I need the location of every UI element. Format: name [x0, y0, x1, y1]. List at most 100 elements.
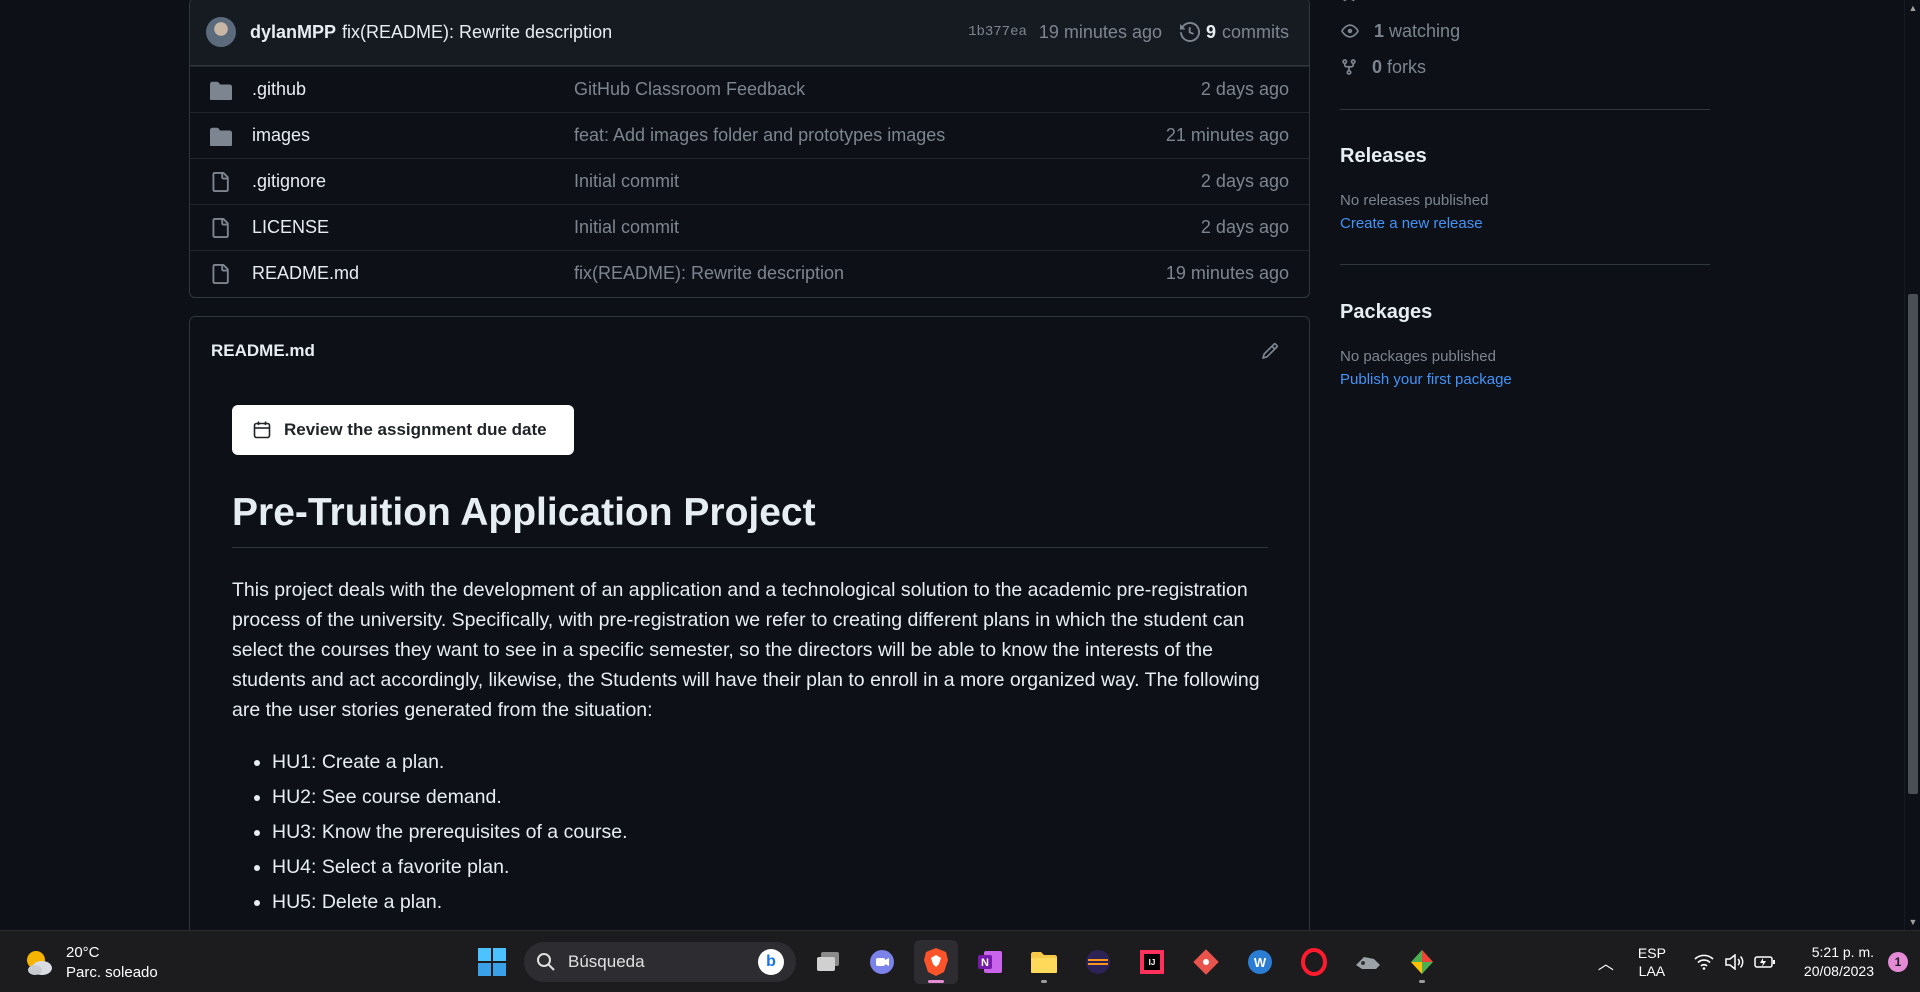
eclipse-icon[interactable] [1076, 940, 1120, 984]
search-placeholder: Búsqueda [568, 952, 645, 971]
weather-condition: Parc. soleado [66, 964, 158, 981]
taskbar-apps: Búsqueda b N IJ W [470, 940, 1444, 984]
file-row[interactable]: .gitignore Initial commit 2 days ago [190, 158, 1309, 204]
teams-chat-icon[interactable] [860, 940, 904, 984]
kite-app-icon[interactable] [1400, 940, 1444, 984]
review-due-date-label: Review the assignment due date [284, 420, 547, 439]
file-commit-time: 21 minutes ago [1165, 125, 1289, 145]
file-row[interactable]: README.md fix(README): Rewrite descripti… [190, 250, 1309, 296]
onenote-icon[interactable]: N [968, 940, 1012, 984]
commits-count: 9 [1205, 21, 1216, 42]
game-app-icon[interactable] [1346, 940, 1390, 984]
scrollbar-thumb[interactable] [1908, 294, 1918, 794]
github-repo-page: dylanMPP fix(README): Rewrite descriptio… [0, 0, 1904, 930]
stars-count: 0 [1372, 0, 1382, 4]
input-language[interactable]: ESP LAA [1638, 944, 1666, 980]
edit-pencil-icon[interactable] [1259, 340, 1281, 362]
clock-date: 20/08/2023 [1803, 963, 1874, 979]
file-commit-time: 2 days ago [1200, 79, 1289, 99]
stars-link[interactable]: 0 stars [1340, 0, 1426, 12]
list-item: HU4: Select a favorite plan. [272, 850, 628, 885]
weather-widget[interactable]: 20°C Parc. soleado [22, 943, 158, 983]
file-name[interactable]: README.md [252, 263, 574, 284]
watching-link[interactable]: 1 watching [1340, 13, 1460, 49]
language-code: ESP [1637, 945, 1666, 961]
list-item: HU3: Know the prerequisites of a course. [272, 815, 628, 850]
latest-commit-bar: dylanMPP fix(README): Rewrite descriptio… [190, 0, 1309, 66]
forks-label: forks [1387, 56, 1427, 77]
scroll-up-arrow-icon[interactable]: ▲ [1905, 0, 1920, 16]
readme-description: This project deals with the development … [232, 579, 1260, 721]
list-item: HU5: Delete a plan. [272, 885, 628, 920]
fork-icon [1342, 59, 1356, 75]
svg-text:W: W [1254, 955, 1267, 970]
git-client-icon[interactable] [1184, 940, 1228, 984]
taskbar-search[interactable]: Búsqueda b [524, 942, 796, 982]
windows-start-icon[interactable] [470, 940, 514, 984]
scroll-down-arrow-icon[interactable]: ▼ [1905, 914, 1920, 930]
forks-link[interactable]: 0 forks [1340, 49, 1426, 85]
releases-heading[interactable]: Releases [1340, 145, 1427, 168]
file-list: dylanMPP fix(README): Rewrite descriptio… [189, 0, 1310, 298]
file-commit-message[interactable]: Initial commit [574, 171, 1201, 192]
star-icon [1343, 0, 1355, 2]
svg-text:IJ: IJ [1149, 958, 1156, 967]
file-row[interactable]: .github GitHub Classroom Feedback 2 days… [190, 66, 1309, 112]
file-icon [210, 263, 232, 285]
commit-time: 19 minutes ago [1038, 21, 1162, 42]
tray-status-icons[interactable] [1694, 954, 1776, 970]
bing-icon[interactable]: b [758, 949, 784, 975]
layout-code: LAA [1638, 963, 1666, 979]
readme-title[interactable]: README.md [211, 341, 315, 361]
page-scrollbar[interactable]: ▲ ▼ [1904, 0, 1920, 930]
file-name[interactable]: .gitignore [252, 171, 574, 192]
readme-heading: Pre-Truition Application Project [232, 491, 1268, 548]
avatar[interactable] [206, 17, 236, 47]
system-clock[interactable]: 5:21 p. m. 20/08/2023 [1804, 943, 1874, 981]
readme-header: README.md [190, 317, 1309, 385]
file-explorer-icon[interactable] [1022, 940, 1066, 984]
folder-icon [210, 126, 232, 146]
commits-history-link[interactable]: 9 commits [1179, 21, 1289, 43]
file-commit-message[interactable]: feat: Add images folder and prototypes i… [574, 125, 1166, 146]
task-view-icon[interactable] [806, 940, 850, 984]
commit-message[interactable]: fix(README): Rewrite description [342, 22, 612, 43]
folder-icon [210, 80, 232, 100]
file-icon [210, 217, 232, 239]
readme-panel: README.md Review the assignment due date… [189, 316, 1310, 930]
watching-label: watching [1389, 20, 1461, 41]
eye-icon [1341, 24, 1359, 38]
calendar-icon [253, 421, 271, 439]
clock-time: 5:21 p. m. [1811, 944, 1874, 960]
file-name[interactable]: LICENSE [252, 217, 574, 238]
word-icon[interactable]: W [1238, 940, 1282, 984]
notification-badge[interactable]: 1 [1888, 952, 1908, 972]
svg-text:N: N [981, 957, 989, 969]
watching-count: 1 [1374, 20, 1385, 41]
volume-icon [1725, 954, 1744, 970]
history-icon [1179, 22, 1200, 42]
battery-icon [1754, 956, 1775, 968]
packages-heading[interactable]: Packages [1340, 301, 1432, 324]
brave-browser-icon[interactable] [914, 940, 958, 984]
commit-author[interactable]: dylanMPP [250, 22, 336, 43]
wifi-icon [1694, 954, 1714, 970]
file-row[interactable]: images feat: Add images folder and proto… [190, 112, 1309, 158]
file-row[interactable]: LICENSE Initial commit 2 days ago [190, 204, 1309, 250]
list-item: HU1: Create a plan. [272, 745, 628, 780]
windows-taskbar: 20°C Parc. soleado Búsqueda b N IJ W ︿ E… [0, 930, 1920, 992]
intellij-icon[interactable]: IJ [1130, 940, 1174, 984]
opera-icon[interactable] [1292, 940, 1336, 984]
file-name[interactable]: images [252, 125, 574, 146]
file-commit-message[interactable]: GitHub Classroom Feedback [574, 79, 1201, 100]
file-commit-message[interactable]: Initial commit [574, 217, 1201, 238]
packages-empty-text: No packages published [1340, 348, 1496, 365]
chevron-up-icon[interactable]: ︿ [1598, 950, 1614, 974]
create-release-link[interactable]: Create a new release [1340, 215, 1483, 232]
user-stories-list: HU1: Create a plan. HU2: See course dema… [272, 745, 628, 920]
file-name[interactable]: .github [252, 79, 574, 100]
file-commit-message[interactable]: fix(README): Rewrite description [574, 263, 1166, 284]
review-due-date-button[interactable]: Review the assignment due date [232, 405, 574, 455]
commit-sha[interactable]: 1b377ea [968, 24, 1027, 40]
publish-package-link[interactable]: Publish your first package [1340, 371, 1512, 388]
